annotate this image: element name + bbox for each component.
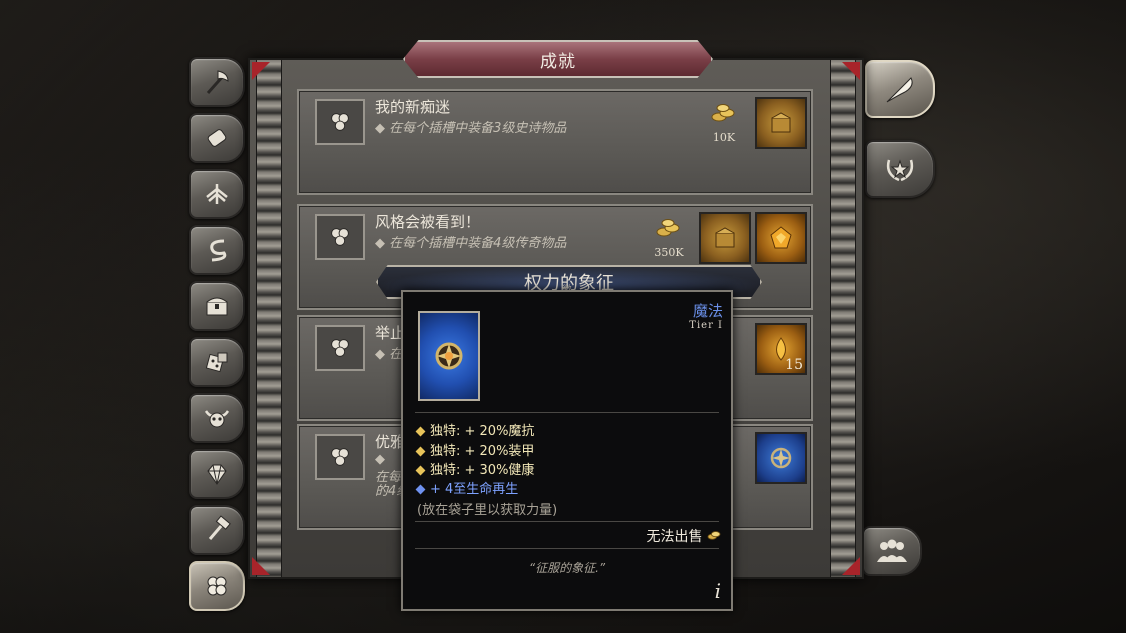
- nav-scroll-button[interactable]: [189, 113, 245, 163]
- achievement-badge: [315, 325, 365, 371]
- left-chain-border: [256, 60, 282, 577]
- achievement-row[interactable]: 我的新痴迷 ◆ 在每个插槽中装备3级史诗物品 10K: [297, 89, 813, 195]
- emblem-icon: [435, 342, 463, 370]
- nav-skull-button[interactable]: [189, 393, 245, 443]
- item-stat-text: 独特: + 20%装甲: [430, 444, 535, 459]
- achievement-badge: [315, 99, 365, 145]
- reward-slot[interactable]: 15: [755, 323, 807, 375]
- item-stat: 独特: + 20%装甲: [415, 440, 535, 459]
- item-stat: 独特: + 30%健康: [415, 459, 535, 478]
- gold-coins-icon: [711, 104, 735, 122]
- item-note: (放在袋子里以获取力量): [417, 503, 558, 518]
- gold-reward: 350K: [649, 216, 689, 259]
- rope-icon: [210, 239, 227, 262]
- item-stat: 独特: + 20%魔抗: [415, 420, 535, 439]
- nav-helm-button[interactable]: [189, 169, 245, 219]
- corner-ornament: [252, 557, 270, 575]
- item-stat-text: 独特: + 20%魔抗: [430, 424, 535, 439]
- quill-tab-button[interactable]: [865, 60, 935, 118]
- clover-badge-icon: [331, 113, 349, 131]
- chest-icon: [206, 297, 228, 316]
- gold-coins-icon: [707, 531, 721, 540]
- emblem-icon: [770, 447, 792, 469]
- item-tooltip: 魔法 Tier I 独特: + 20%魔抗 独特: + 20%装甲 独特: + …: [401, 290, 733, 611]
- item-tier: Tier I: [689, 320, 723, 331]
- clover-icon: [207, 576, 227, 596]
- gem-icon: [207, 464, 227, 485]
- item-stat-text: 独特: + 30%健康: [430, 463, 535, 478]
- panel-title: 成就: [403, 40, 713, 78]
- nav-rope-button[interactable]: [189, 225, 245, 275]
- achievement-desc: ◆: [375, 452, 385, 467]
- clover-badge-icon: [331, 228, 349, 246]
- corner-ornament: [842, 62, 860, 80]
- achievement-badge: [315, 214, 365, 260]
- reward-count: 15: [785, 357, 803, 373]
- reward-slot[interactable]: [755, 212, 807, 264]
- diamond-bullet-icon: [415, 446, 426, 457]
- laurel-tab-button[interactable]: [865, 140, 935, 198]
- scroll-icon: [207, 129, 227, 147]
- laurel-star-icon: [886, 159, 914, 182]
- achievement-badge: [315, 434, 365, 480]
- clover-badge-icon: [331, 448, 349, 466]
- group-button[interactable]: [862, 526, 922, 576]
- nav-clover-button[interactable]: [189, 561, 245, 611]
- diamond-bullet-icon: [415, 465, 426, 476]
- gold-amount: 350K: [654, 246, 684, 259]
- item-stat: + 4至生命再生: [415, 478, 519, 497]
- chest-icon: [715, 227, 735, 248]
- amber-gem-icon: [770, 226, 792, 249]
- gold-reward: 10K: [704, 101, 744, 144]
- item-rarity: 魔法: [692, 302, 723, 320]
- sell-text: 无法出售: [646, 529, 703, 545]
- axe-icon: [206, 70, 229, 94]
- corner-ornament: [252, 62, 270, 80]
- reward-slot[interactable]: [699, 212, 751, 264]
- nav-dice-button[interactable]: [189, 337, 245, 387]
- quill-icon: [886, 77, 913, 103]
- nav-chest-button[interactable]: [189, 281, 245, 331]
- item-art: [418, 311, 480, 401]
- info-button[interactable]: i: [715, 579, 721, 603]
- nav-gem-button[interactable]: [189, 449, 245, 499]
- flavor-text: “征服的象征.”: [528, 561, 606, 575]
- left-nav: [189, 57, 245, 617]
- hammer-icon: [208, 515, 231, 540]
- diamond-bullet-icon: [415, 484, 426, 495]
- group-icon: [877, 539, 907, 562]
- nav-axe-button[interactable]: [189, 57, 245, 107]
- right-nav: [865, 60, 935, 220]
- gold-coins-icon: [656, 219, 680, 237]
- achievement-desc: ◆ 在每个插槽中装备3级史诗物品: [375, 121, 567, 136]
- diamond-bullet-icon: [415, 426, 426, 437]
- achievement-title: 我的新痴迷: [375, 98, 451, 116]
- nav-hammer-button[interactable]: [189, 505, 245, 555]
- achievement-title: 风格会被看到！: [375, 213, 481, 231]
- gold-amount: 10K: [712, 131, 736, 144]
- achievement-desc: ◆ 在: [375, 347, 403, 362]
- divider: [415, 412, 719, 413]
- achievement-desc: ◆ 在每个插槽中装备4级传奇物品: [375, 236, 567, 251]
- item-stat-text: + 4至生命再生: [430, 482, 519, 497]
- sell-status: 无法出售: [647, 526, 721, 546]
- reward-slot[interactable]: [755, 432, 807, 484]
- right-chain-border: [830, 60, 856, 577]
- chest-icon: [771, 112, 791, 133]
- dice-icon: [205, 352, 228, 373]
- reward-slot[interactable]: [755, 97, 807, 149]
- horned-skull-icon: [204, 410, 230, 428]
- divider: [415, 548, 719, 549]
- winged-helm-icon: [206, 184, 228, 204]
- clover-badge-icon: [331, 339, 349, 357]
- divider: [415, 521, 719, 522]
- corner-ornament: [842, 557, 860, 575]
